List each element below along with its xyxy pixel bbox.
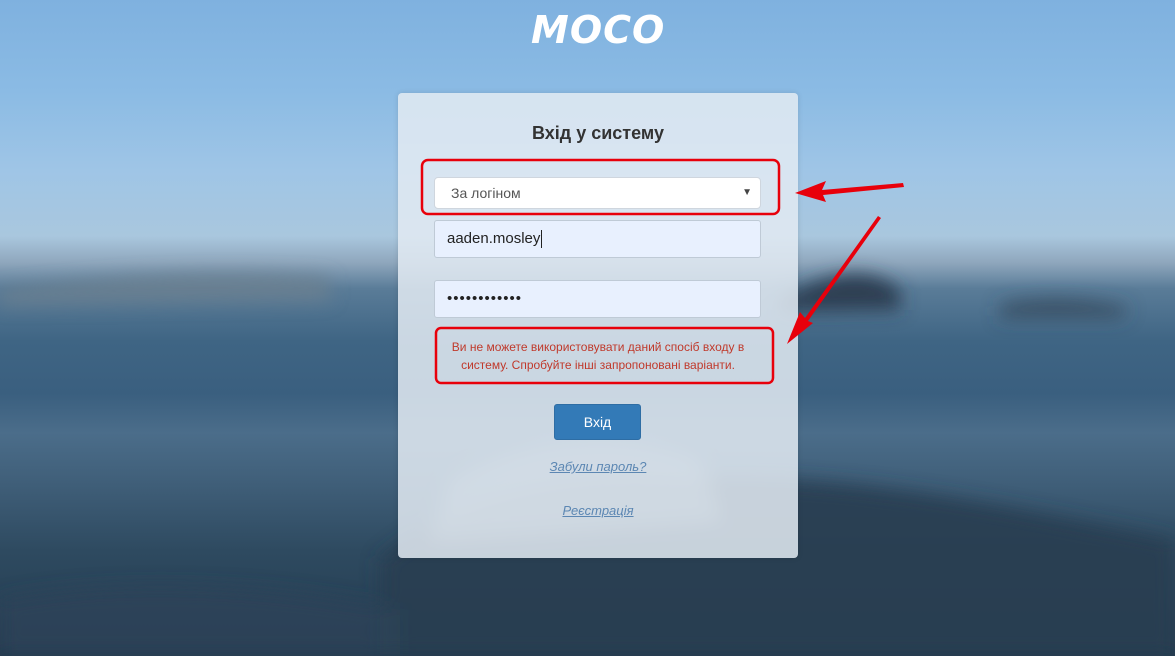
login-title: Вхід у систему	[532, 123, 664, 143]
chevron-down-icon: ▼	[742, 187, 752, 198]
moco-logo: MOCO	[531, 8, 666, 52]
error-message: Ви не можете використовувати даний спосі…	[451, 340, 745, 372]
password-input-value: ••••••••••••	[447, 290, 523, 307]
register-link[interactable]: Реєстрація	[398, 503, 798, 518]
login-method-selected-value: За логіном	[451, 185, 521, 201]
password-input[interactable]: ••••••••••••	[434, 280, 761, 318]
login-input[interactable]: aaden.mosley	[434, 220, 761, 258]
login-method-select[interactable]: За логіном ▼	[434, 177, 761, 209]
login-card: Вхід у систему За логіном ▼ aaden.mosley…	[398, 93, 798, 558]
text-cursor	[541, 230, 543, 249]
login-input-value: aaden.mosley	[447, 230, 541, 247]
forgot-password-link[interactable]: Забули пароль?	[398, 459, 798, 474]
login-submit-button[interactable]: Вхід	[554, 404, 641, 440]
